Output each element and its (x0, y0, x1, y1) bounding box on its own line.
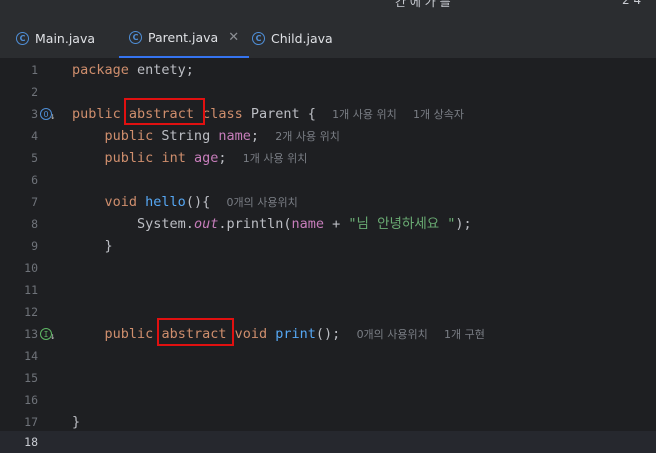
code-line-9: } (72, 235, 113, 257)
java-class-icon: C (129, 30, 142, 44)
line-number: 3 (31, 107, 38, 121)
keyword: void (234, 326, 268, 342)
usage-hint[interactable]: 1개 사용 위치 (243, 152, 308, 165)
keyword: package (72, 62, 129, 78)
keyword: public (72, 106, 121, 122)
title-bar: 간 에 가 를 2 4 (0, 0, 656, 18)
code-line-7: void hello(){ 0개의 사용위치 (72, 191, 298, 213)
line-number: 4 (31, 129, 38, 143)
code-line-1: package entety; (72, 59, 194, 81)
code-line-13: public abstract void print(); 0개의 사용위치 1… (72, 323, 485, 345)
abstract-highlight-box (124, 98, 205, 125)
keyword: public (104, 150, 154, 166)
java-class-icon: C (252, 31, 265, 45)
method-call: .println( (218, 216, 292, 232)
title-fragment-right: 2 4 (622, 0, 642, 7)
arrow-down-icon: ↓ (50, 332, 56, 342)
line-number: 11 (24, 283, 38, 297)
keyword: int (161, 150, 186, 166)
field-name: name (291, 216, 324, 232)
statement-end: ); (455, 216, 472, 232)
keyword: void (104, 194, 138, 210)
keyword: public (104, 128, 154, 144)
method-name: print (275, 326, 316, 342)
abstract-highlight-box (157, 318, 234, 346)
usage-hint[interactable]: 2개 사용 위치 (275, 130, 340, 143)
line-number: 7 (31, 195, 38, 209)
line-number: 16 (24, 393, 38, 407)
line-number: 15 (24, 371, 38, 385)
line-number: 17 (24, 415, 38, 429)
inheritor-hint[interactable]: 1개 상속자 (413, 108, 464, 121)
field-name: age (193, 150, 219, 166)
string-literal: "님 안녕하세요 " (348, 216, 456, 232)
usage-hint[interactable]: 1개 사용 위치 (332, 108, 397, 121)
field-name: name (218, 128, 251, 144)
line-number: 9 (31, 239, 38, 253)
tab-label: Parent.java (148, 29, 219, 45)
line-number: 10 (24, 261, 38, 275)
type-name: String (153, 128, 219, 144)
usage-hint[interactable]: 0개의 사용위치 (357, 328, 428, 341)
code-line-17: } (72, 411, 80, 433)
java-class-icon: C (16, 31, 29, 45)
code-line-8: System.out.println(name + "님 안녕하세요 "); (72, 213, 472, 235)
keyword: public (104, 326, 154, 342)
system-class: System. (137, 216, 194, 232)
line-number: 13 (24, 327, 38, 341)
line-number: 5 (31, 151, 38, 165)
method-name: hello (145, 194, 186, 210)
semicolon: ; (218, 150, 227, 166)
line-number: 18 (24, 435, 38, 449)
keyword: class (202, 106, 243, 122)
current-line-highlight (0, 431, 656, 453)
tab-parent-java[interactable]: C Parent.java ✕ (119, 18, 250, 58)
implementation-hint[interactable]: 1개 구현 (444, 328, 485, 341)
tab-child-java[interactable]: C Child.java (252, 18, 333, 58)
closing-brace: } (104, 238, 113, 254)
line-number: 8 (31, 217, 38, 231)
tab-main-java[interactable]: C Main.java (16, 18, 95, 58)
line-number: 1 (31, 63, 38, 77)
usage-hint[interactable]: 0개의 사용위치 (226, 196, 297, 209)
code-line-4: public String name; 2개 사용 위치 (72, 125, 340, 147)
class-declaration: Parent { (242, 106, 316, 122)
tab-label: Child.java (271, 30, 333, 46)
line-number: 6 (31, 173, 38, 187)
close-icon[interactable]: ✕ (228, 30, 239, 45)
line-number: 2 (31, 85, 38, 99)
line-number: 12 (24, 305, 38, 319)
method-signature: (); (315, 326, 341, 342)
method-signature: (){ (185, 194, 211, 210)
operator: + (324, 216, 349, 232)
editor-tab-bar: C Main.java C Parent.java ✕ C Child.java (0, 18, 656, 59)
code-line-5: public int age; 1개 사용 위치 (72, 147, 308, 169)
package-name: entety; (128, 62, 194, 78)
tab-label: Main.java (35, 30, 96, 46)
semicolon: ; (250, 128, 259, 144)
closing-brace: } (72, 414, 81, 430)
title-fragment-left: 간 에 가 를 (395, 0, 451, 9)
static-field: out (193, 216, 219, 232)
arrow-down-icon: ↓ (50, 112, 56, 122)
line-number: 14 (24, 349, 38, 363)
